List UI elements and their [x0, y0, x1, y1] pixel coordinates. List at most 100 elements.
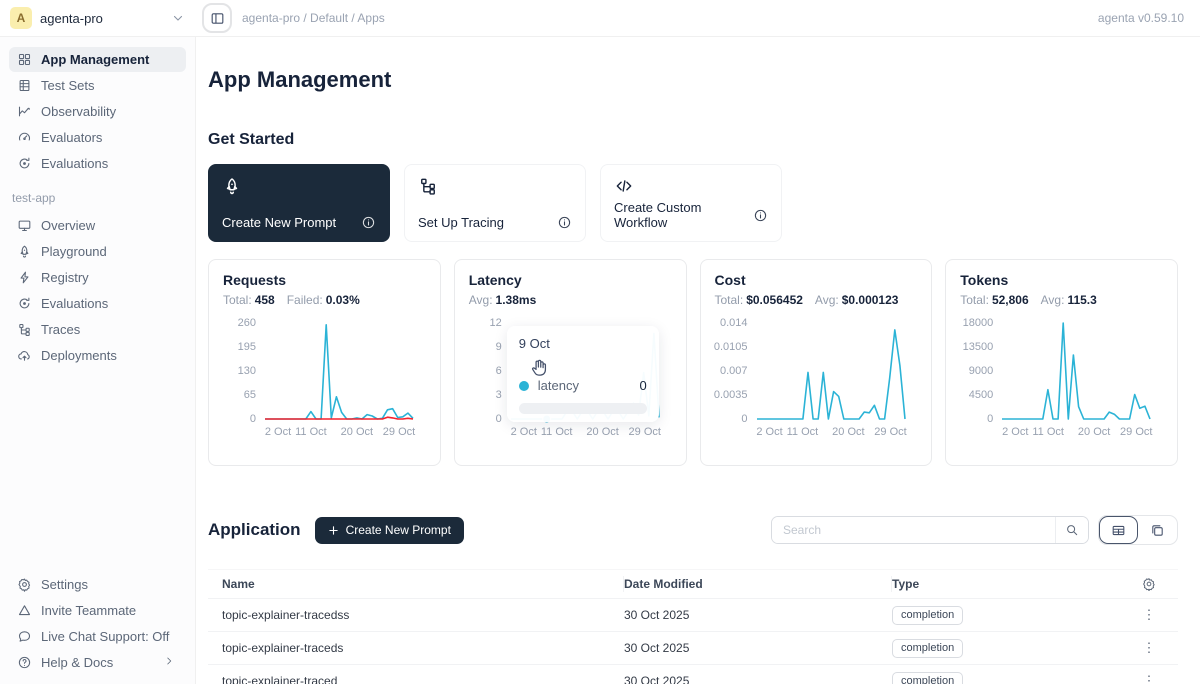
chart-x-axis: 2 Oct11 Oct20 Oct29 Oct: [1000, 423, 1160, 438]
bolt-icon: [17, 270, 32, 285]
sidebar-item-label: Traces: [41, 322, 178, 337]
chart-line-icon: [17, 104, 32, 119]
get-started-card-label: Create New Prompt: [222, 215, 336, 230]
table-row[interactable]: topic-explainer-tracedss30 Oct 2025compl…: [208, 599, 1178, 632]
help-icon: [17, 655, 32, 670]
sidebar-item-label: Live Chat Support: Off: [41, 629, 178, 644]
info-icon[interactable]: [753, 208, 768, 223]
sidebar-item-evaluations[interactable]: Evaluations: [9, 151, 186, 176]
gauge-icon: [17, 130, 32, 145]
sidebar-item-registry[interactable]: Registry: [9, 265, 186, 290]
metric-stats: Total:$0.056452Avg:$0.000123: [715, 293, 918, 307]
info-icon[interactable]: [361, 215, 376, 230]
column-header-date-modified: Date Modified: [624, 576, 892, 592]
sidebar-project-label: test-app: [12, 191, 186, 205]
table-view-button[interactable]: [1099, 516, 1138, 544]
metric-card-requests: Requests Total:458 Failed:0.03% 26019513065…: [208, 259, 441, 466]
panel-left-icon: [210, 11, 225, 26]
gear-icon: [17, 577, 32, 592]
sidebar-item-evaluators[interactable]: Evaluators: [9, 125, 186, 150]
type-cell: completion: [892, 672, 1120, 684]
metric-title: Requests: [223, 272, 426, 288]
chart-x-axis: 2 Oct11 Oct20 Oct29 Oct: [263, 423, 423, 438]
chart-y-axis: 0.0140.01050.0070.00350: [715, 319, 755, 423]
create-new-prompt-button[interactable]: Create New Prompt: [315, 517, 464, 544]
monitor-icon: [17, 218, 32, 233]
sidebar-item-label: Test Sets: [41, 78, 178, 93]
sidebar-item-deployments[interactable]: Deployments: [9, 343, 186, 368]
sidebar-item-invite-teammate[interactable]: Invite Teammate: [9, 598, 186, 623]
sidebar-item-label: Observability: [41, 104, 178, 119]
sidebar-item-overview[interactable]: Overview: [9, 213, 186, 238]
chevron-down-icon: [172, 12, 184, 24]
tooltip-series-value: 0: [640, 378, 647, 393]
row-menu-button[interactable]: ⋮: [1143, 640, 1156, 656]
metric-stats: Total:458 Failed:0.03%: [223, 293, 426, 307]
row-menu-button[interactable]: ⋮: [1143, 673, 1156, 684]
metric-title: Cost: [715, 272, 918, 288]
table-header-row: Name Date Modified Type: [208, 569, 1178, 599]
sidebar-item-help-docs[interactable]: Help & Docs: [9, 650, 186, 675]
metric-stat: Total:458: [223, 293, 275, 307]
row-menu-button[interactable]: ⋮: [1143, 607, 1156, 623]
trace-icon: [418, 176, 438, 196]
gear-icon: [1142, 577, 1156, 591]
chart-y-axis: 260195130650: [223, 319, 263, 423]
sidebar-item-observability[interactable]: Observability: [9, 99, 186, 124]
chart-plot-requests[interactable]: [263, 319, 423, 423]
metric-stat: Avg:115.3: [1041, 293, 1097, 307]
search-button[interactable]: [1055, 517, 1088, 543]
table-row[interactable]: topic-explainer-traceds30 Oct 2025comple…: [208, 632, 1178, 665]
sidebar-item-label: Evaluations: [41, 156, 178, 171]
breadcrumb[interactable]: agenta-pro / Default / Apps: [242, 11, 385, 25]
type-cell: completion: [892, 606, 1120, 625]
sidebar-item-live-chat-support-off[interactable]: Live Chat Support: Off: [9, 624, 186, 649]
metric-stat: Failed:0.03%: [287, 293, 360, 307]
app-version: agenta v0.59.10: [1098, 11, 1200, 25]
grid-icon: [17, 52, 32, 67]
chart-plot-tokens[interactable]: [1000, 319, 1160, 423]
chart-y-axis: 1800013500900045000: [960, 319, 1000, 423]
cursor-hand-icon: [529, 358, 549, 378]
tooltip-series-name: latency: [538, 378, 579, 393]
search-input[interactable]: [772, 517, 1055, 543]
metric-stat: Avg:$0.000123: [815, 293, 899, 307]
metric-card-tokens: TokensTotal:52,806Avg:115.31800013500900…: [945, 259, 1178, 466]
table-row[interactable]: topic-explainer-traced30 Oct 2025complet…: [208, 665, 1178, 684]
application-title: Application: [208, 520, 301, 540]
chart-tooltip: 9 Octlatency0: [507, 326, 659, 422]
table-settings-button[interactable]: [1120, 576, 1178, 592]
sidebar-item-label: Overview: [41, 218, 178, 233]
sidebar-item-playground[interactable]: Playground: [9, 239, 186, 264]
refresh-dot-icon: [17, 156, 32, 171]
chat-icon: [17, 629, 32, 644]
card-view-button[interactable]: [1138, 516, 1177, 544]
sidebar-item-test-sets[interactable]: Test Sets: [9, 73, 186, 98]
sidebar-item-label: Registry: [41, 270, 178, 285]
application-header: Application Create New Prompt: [208, 506, 1178, 554]
workspace-selector[interactable]: A agenta-pro: [0, 7, 196, 29]
metric-card-latency: LatencyAvg:1.38ms1296302 Oct11 Oct20 Oct…: [454, 259, 687, 466]
sidebar-main-nav: App Management Test Sets Observability Eval…: [9, 47, 186, 176]
get-started-card-label: Create Custom Workflow: [614, 200, 753, 230]
chart-x-axis: 2 Oct11 Oct20 Oct29 Oct: [755, 423, 915, 438]
info-icon[interactable]: [557, 215, 572, 230]
get-started-card-create-custom-workflow[interactable]: Create Custom Workflow: [600, 164, 782, 242]
date-modified-cell: 30 Oct 2025: [624, 608, 892, 622]
sidebar-toggle-button[interactable]: [206, 7, 228, 29]
metric-card-cost: Cost Total:$0.056452Avg:$0.000123 0.0140.0…: [700, 259, 933, 466]
sidebar-item-settings[interactable]: Settings: [9, 572, 186, 597]
metric-cards: Requests Total:458 Failed:0.03% 26019513065…: [208, 259, 1178, 466]
sidebar-item-traces[interactable]: Traces: [9, 317, 186, 342]
trace-icon: [17, 322, 32, 337]
chart-x-axis: 2 Oct11 Oct20 Oct29 Oct: [509, 423, 669, 438]
sidebar-item-label: Evaluations: [41, 296, 178, 311]
sidebar-item-app-management[interactable]: App Management: [9, 47, 186, 72]
sidebar-item-evaluations[interactable]: Evaluations: [9, 291, 186, 316]
get-started-card-set-up-tracing[interactable]: Set Up Tracing: [404, 164, 586, 242]
date-modified-cell: 30 Oct 2025: [624, 674, 892, 684]
get-started-card-create-new-prompt[interactable]: Create New Prompt: [208, 164, 390, 242]
table-icon: [17, 78, 32, 93]
chart-plot-cost[interactable]: [755, 319, 915, 423]
sidebar-item-label: Playground: [41, 244, 178, 259]
